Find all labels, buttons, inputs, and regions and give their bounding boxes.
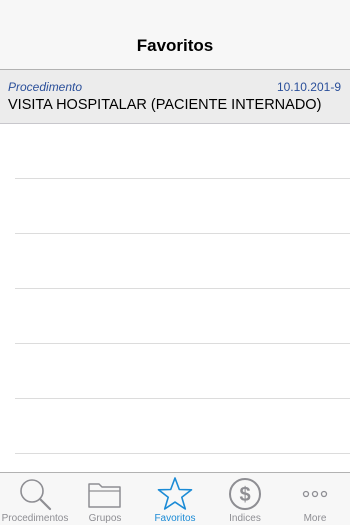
tab-label: Procedimentos	[1, 513, 69, 524]
empty-row-separator	[15, 233, 350, 234]
favorite-code: 10.10.201-9	[276, 80, 341, 94]
tab-more[interactable]: More	[280, 473, 350, 525]
empty-row-separator	[15, 343, 350, 344]
empty-row-separator	[15, 178, 350, 179]
empty-row-separator	[15, 288, 350, 289]
more-icon	[302, 490, 328, 498]
tab-procedimentos[interactable]: Procedimentos	[0, 473, 70, 525]
page-title: Favoritos	[136, 36, 214, 55]
folder-icon	[88, 483, 121, 508]
tab-bar: Procedimentos Grupos Favoritos $ Indices	[0, 472, 350, 525]
svg-text:$: $	[239, 484, 250, 506]
tab-indices[interactable]: $ Indices	[210, 473, 280, 525]
tab-favoritos[interactable]: Favoritos	[140, 473, 210, 525]
favorites-screen: Favoritos Procedimento 10.10.201-9 VISIT…	[0, 0, 350, 525]
empty-row-separator	[15, 453, 350, 454]
tab-label: More	[303, 513, 327, 524]
favorite-row[interactable]: Procedimento 10.10.201-9 VISITA HOSPITAL…	[0, 70, 350, 124]
tab-grupos[interactable]: Grupos	[70, 473, 140, 525]
dollar-icon: $	[229, 478, 261, 510]
tab-label: Favoritos	[154, 513, 196, 524]
tab-label: Grupos	[88, 513, 122, 524]
favorite-type-label: Procedimento	[8, 80, 83, 94]
navigation-bar: Favoritos	[0, 0, 350, 70]
star-icon	[157, 477, 193, 510]
tab-label: Indices	[229, 513, 261, 524]
favorite-title: VISITA HOSPITALAR (PACIENTE INTERNADO)	[8, 97, 322, 113]
search-icon	[20, 479, 52, 511]
empty-row-separator	[15, 398, 350, 399]
